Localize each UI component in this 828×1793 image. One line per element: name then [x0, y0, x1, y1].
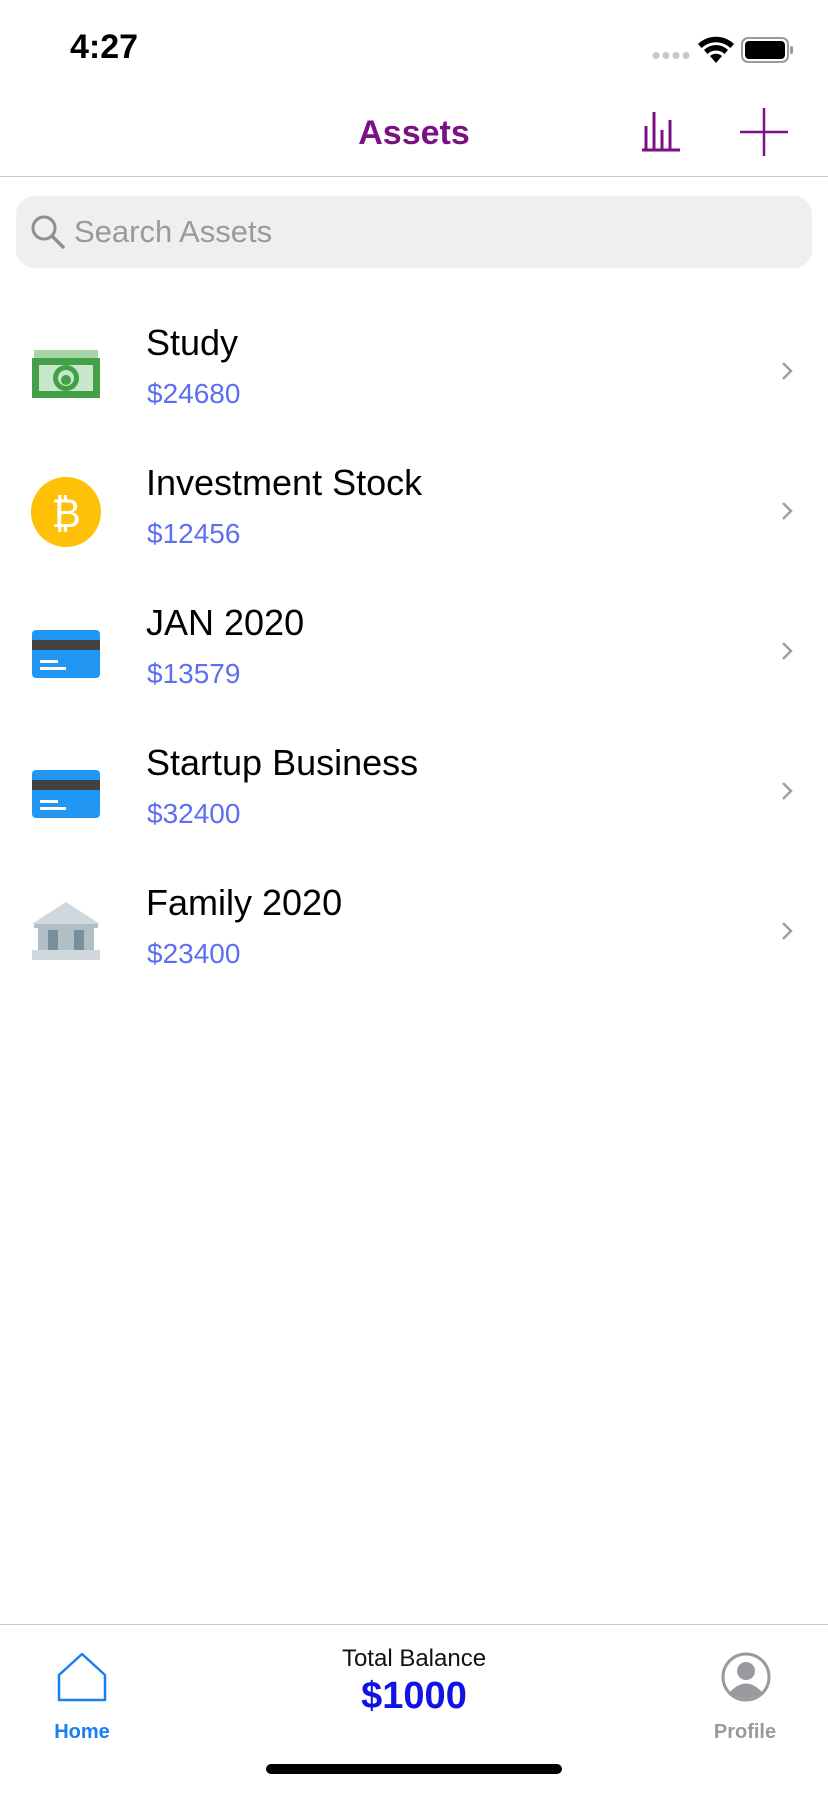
tab-profile-label: Profile	[713, 1721, 777, 1743]
chevron-right-icon	[782, 782, 793, 800]
asset-row-jan-2020[interactable]: JAN 2020 $13579	[0, 580, 828, 720]
wifi-icon	[698, 36, 734, 63]
bank-icon	[32, 902, 100, 960]
status-time: 4:27	[70, 28, 139, 66]
plus-icon[interactable]	[738, 106, 790, 158]
status-bar: 4:27	[0, 0, 828, 96]
search-input[interactable]	[74, 196, 794, 268]
bitcoin-icon: ₿	[31, 477, 101, 547]
page-title: Assets	[358, 114, 470, 152]
profile-icon	[721, 1652, 771, 1702]
tab-home[interactable]: Home	[40, 1651, 124, 1751]
asset-amount: $23400	[147, 938, 241, 969]
credit-card-icon	[32, 770, 100, 818]
search-icon	[31, 215, 65, 249]
asset-name: Family 2020	[146, 882, 343, 923]
asset-name: JAN 2020	[146, 602, 305, 643]
asset-amount: $32400	[147, 798, 241, 829]
home-indicator	[266, 1764, 562, 1774]
chevron-right-icon	[782, 642, 793, 660]
total-balance-label: Total Balance	[341, 1645, 487, 1672]
search-bar[interactable]	[16, 196, 812, 268]
battery-icon	[741, 37, 793, 63]
asset-amount: $24680	[147, 378, 241, 409]
home-icon	[57, 1652, 107, 1702]
chevron-right-icon	[782, 922, 793, 940]
svg-text:₿: ₿	[51, 491, 81, 537]
asset-row-startup-business[interactable]: Startup Business $32400	[0, 720, 828, 860]
cellular-signal-icon	[652, 52, 690, 59]
asset-name: Investment Stock	[146, 462, 423, 503]
chevron-right-icon	[782, 502, 793, 520]
total-balance-value: $1000	[361, 1675, 467, 1717]
tab-home-label: Home	[54, 1721, 110, 1743]
asset-name: Study	[146, 322, 239, 363]
tab-profile[interactable]: Profile	[700, 1651, 790, 1751]
chevron-right-icon	[782, 362, 793, 380]
asset-row-family-2020[interactable]: Family 2020 $23400	[0, 860, 828, 1000]
navigation-bar: Assets	[0, 96, 828, 177]
asset-amount: $13579	[147, 658, 241, 689]
asset-row-study[interactable]: Study $24680	[0, 300, 828, 440]
asset-amount: $12456	[147, 518, 241, 549]
asset-row-investment-stock[interactable]: ₿ Investment Stock $12456	[0, 440, 828, 580]
asset-name: Startup Business	[146, 742, 419, 783]
credit-card-icon	[32, 630, 100, 678]
cash-icon	[32, 350, 100, 398]
total-balance: Total Balance $1000	[264, 1645, 564, 1718]
bar-chart-icon[interactable]	[636, 106, 684, 154]
asset-list: Study $24680 ₿ Investment Stock $12456 J…	[0, 300, 828, 1000]
